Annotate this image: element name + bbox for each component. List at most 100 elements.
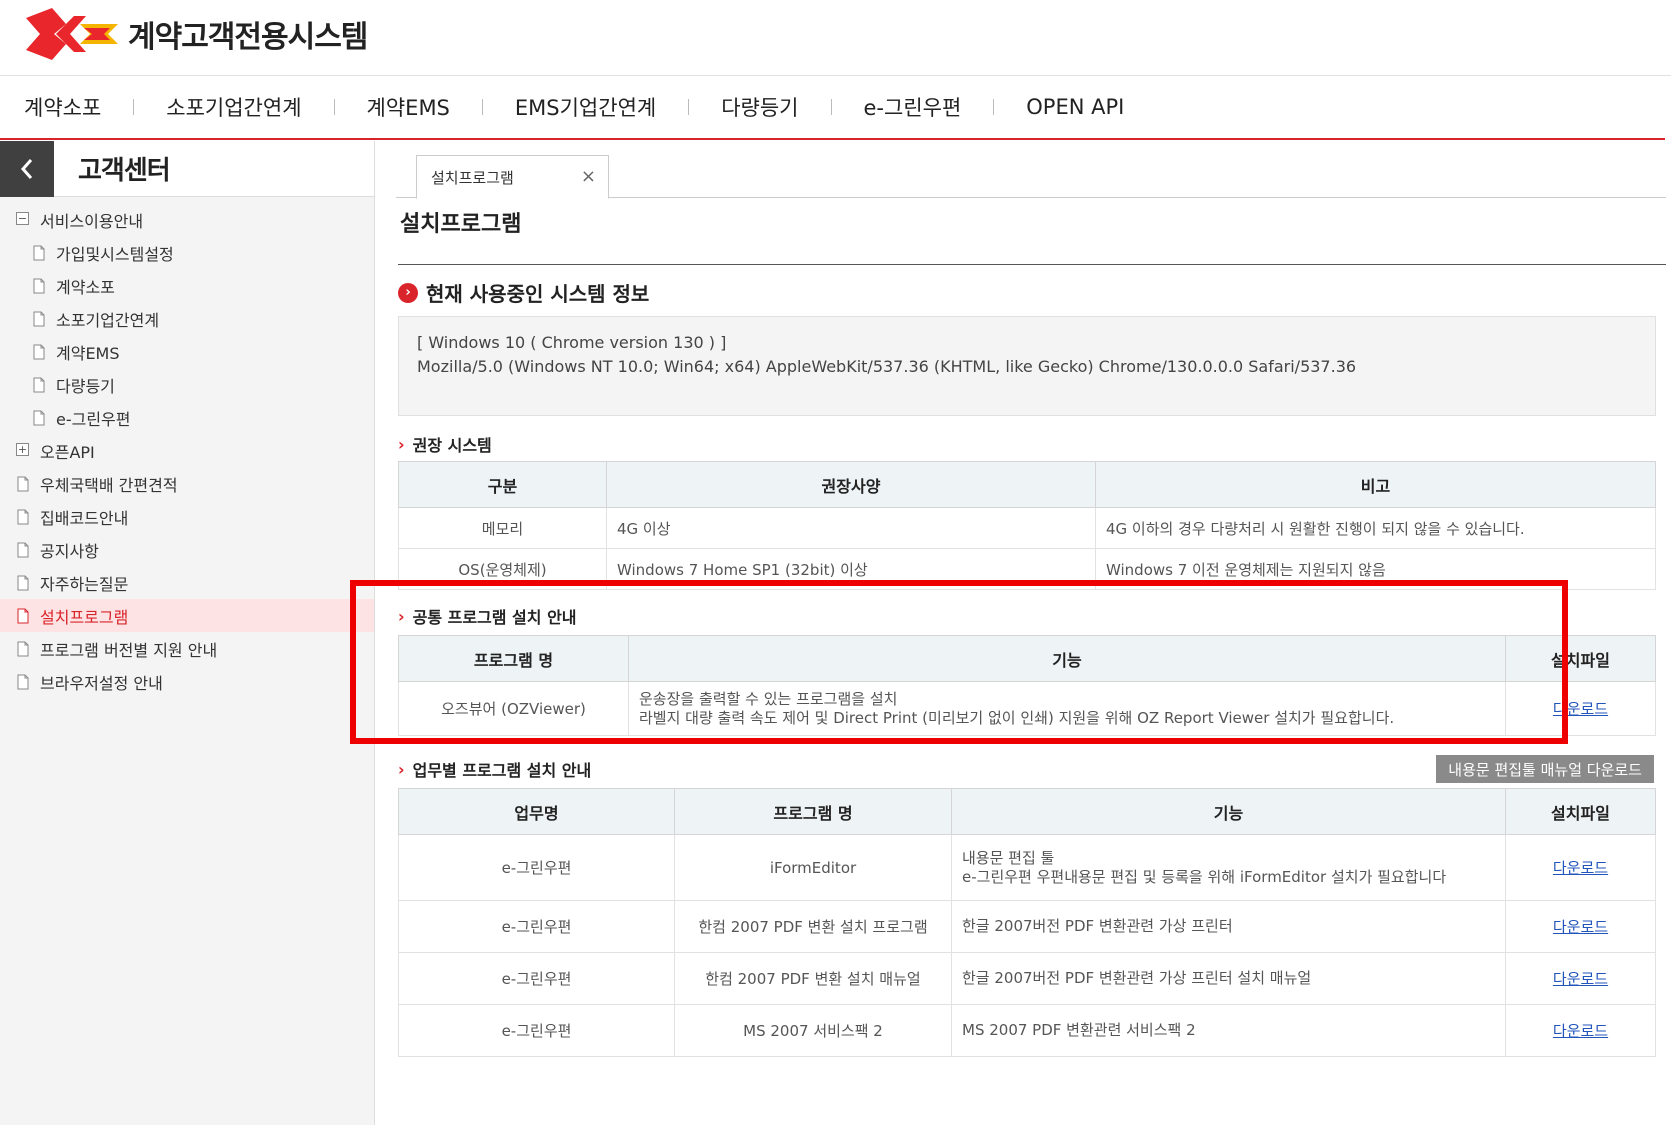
sidebar-item-label: 우체국택배 간편견적 [40, 475, 178, 495]
col-program-name: 프로그램 명 [674, 788, 952, 835]
page-title: 설치프로그램 [400, 212, 522, 237]
common-program-heading: › 공통 프로그램 설치 안내 [398, 604, 577, 628]
cell-function: 한글 2007버전 PDF 변환관련 가상 프린터 설치 매뉴얼 [951, 952, 1506, 1005]
cell-note: 4G 이하의 경우 다량처리 시 원활한 진행이 되지 않을 수 있습니다. [1095, 507, 1656, 549]
table-header-row: 프로그램 명 기능 설치파일 [398, 635, 1656, 682]
sidebar-item[interactable]: 가입및시스템설정 [0, 236, 374, 269]
system-info-heading: › 현재 사용중인 시스템 정보 [398, 278, 649, 307]
nav-open-api[interactable]: OPEN API [1026, 95, 1124, 119]
app-title: 계약고객전용시스템 [128, 20, 368, 55]
nav-separator [481, 99, 483, 115]
sidebar-item[interactable]: + 오픈API [0, 434, 374, 467]
nav-bulk-registered[interactable]: 다량등기 [721, 92, 798, 122]
chevron-right-icon: › [398, 434, 405, 454]
cell-install-file: 다운로드 [1505, 952, 1656, 1005]
cell-install-file: 다운로드 [1505, 900, 1656, 953]
sidebar-item[interactable]: 우체국택배 간편견적 [0, 467, 374, 500]
col-category: 구분 [398, 461, 607, 508]
sidebar-item[interactable]: 공지사항 [0, 533, 374, 566]
cell-spec: 4G 이상 [606, 507, 1096, 549]
nav-ems[interactable]: 계약EMS [367, 92, 450, 122]
col-program-name: 프로그램 명 [398, 635, 629, 682]
system-os-line: [ Windows 10 ( Chrome version 130 ) ] [417, 333, 727, 352]
sidebar-item[interactable]: 프로그램 버전별 지원 안내 [0, 632, 374, 665]
nav-ems-b2b[interactable]: EMS기업간연계 [515, 92, 656, 122]
nav-separator [688, 99, 690, 115]
sidebar-item[interactable]: − 서비스이용안내 [0, 203, 374, 236]
nav-separator [830, 99, 832, 115]
cell-install-file: 다운로드 [1505, 681, 1656, 736]
recommended-table: 구분 권장사양 비고 메모리 4G 이상 4G 이하의 경우 다량처리 시 원활… [398, 461, 1656, 590]
nav-parcel-b2b[interactable]: 소포기업간연계 [166, 92, 301, 122]
sidebar-header: 고객센터 [0, 140, 374, 197]
sidebar-title: 고객센터 [78, 156, 171, 186]
function-line: 한글 2007버전 PDF 변환관련 가상 프린터 [962, 917, 1233, 935]
nav-parcel[interactable]: 계약소포 [24, 92, 101, 122]
table-row: e-그린우편 iFormEditor 내용문 편집 툴 e-그린우편 우편내용문 편집… [398, 834, 1656, 901]
page-icon [16, 641, 32, 657]
back-button[interactable] [0, 140, 54, 197]
cell-task: e-그린우편 [398, 1004, 675, 1057]
chevron-right-circle-icon: › [398, 282, 418, 303]
cell-function: 운송장을 출력할 수 있는 프로그램을 설치 라벨지 대량 출력 속도 제어 및… [628, 681, 1506, 736]
sidebar-tree: − 서비스이용안내 가입및시스템설정 계약소포 소포기업간연계 계약EMS 다량등기 e-그린… [0, 197, 374, 698]
cell-function: 한글 2007버전 PDF 변환관련 가상 프린터 [951, 900, 1506, 953]
table-header-row: 업무명 프로그램 명 기능 설치파일 [398, 788, 1656, 835]
close-icon[interactable]: × [581, 166, 596, 187]
sidebar-item[interactable]: 자주하는질문 [0, 566, 374, 599]
chevron-right-icon: › [398, 606, 405, 626]
table-row: e-그린우편 한컴 2007 PDF 변환 설치 프로그램 한글 2007버전 PD… [398, 900, 1656, 953]
ozviewer-download-link[interactable]: 다운로드 [1553, 700, 1608, 718]
page-icon [32, 278, 48, 294]
col-function: 기능 [628, 635, 1506, 682]
nav-separator [133, 99, 135, 115]
table-header-row: 구분 권장사양 비고 [398, 461, 1656, 508]
cell-note: Windows 7 이전 운영체제는 지원되지 않음 [1095, 548, 1656, 590]
chevron-right-icon: › [398, 759, 405, 779]
table-row: 오즈뷰어 (OZViewer) 운송장을 출력할 수 있는 프로그램을 설치 라… [398, 681, 1656, 736]
download-link[interactable]: 다운로드 [1553, 1022, 1608, 1040]
business-program-heading: › 업무별 프로그램 설치 안내 [398, 757, 591, 781]
cell-program-name: 한컴 2007 PDF 변환 설치 프로그램 [674, 900, 952, 953]
page-icon [16, 476, 32, 492]
sidebar-item[interactable]: 집배코드안내 [0, 500, 374, 533]
sidebar-item[interactable]: e-그린우편 [0, 401, 374, 434]
page-icon [32, 344, 48, 360]
page-icon [32, 311, 48, 327]
download-link[interactable]: 다운로드 [1553, 918, 1608, 936]
business-program-table: 업무명 프로그램 명 기능 설치파일 e-그린우편 iFormEditor 내용문 … [398, 788, 1656, 1057]
page-icon [32, 377, 48, 393]
page-icon [16, 608, 32, 624]
recommended-title: 권장 시스템 [412, 436, 492, 455]
cell-spec: Windows 7 Home SP1 (32bit) 이상 [606, 548, 1096, 590]
sidebar-item[interactable]: 설치프로그램 [0, 599, 374, 632]
plus-box-icon: + [16, 442, 29, 456]
function-line: 내용문 편집 툴 [962, 848, 1055, 867]
page-icon [16, 542, 32, 558]
page-icon [32, 410, 48, 426]
sidebar-item-label: 프로그램 버전별 지원 안내 [40, 640, 218, 660]
sidebar-item[interactable]: 다량등기 [0, 368, 374, 401]
function-line: 한글 2007버전 PDF 변환관련 가상 프린터 설치 매뉴얼 [962, 969, 1312, 987]
tab-bar: 설치프로그램 × [396, 141, 1666, 199]
col-install-file: 설치파일 [1505, 788, 1656, 835]
top-navigation: 계약소포 소포기업간연계 계약EMS EMS기업간연계 다량등기 e-그린우편 … [0, 76, 1665, 140]
editor-manual-download-button[interactable]: 내용문 편집툴 매뉴얼 다운로드 [1436, 755, 1654, 783]
table-row: 메모리 4G 이상 4G 이하의 경우 다량처리 시 원활한 진행이 되지 않을… [398, 507, 1656, 549]
business-program-title: 업무별 프로그램 설치 안내 [412, 761, 592, 780]
minus-box-icon: − [16, 211, 29, 225]
sidebar-item[interactable]: 계약EMS [0, 335, 374, 368]
koreapost-logo-icon[interactable] [26, 6, 118, 62]
download-link[interactable]: 다운로드 [1553, 859, 1608, 877]
sidebar-item[interactable]: 계약소포 [0, 269, 374, 302]
cell-task: e-그린우편 [398, 834, 675, 901]
tab-install-program[interactable]: 설치프로그램 × [416, 155, 609, 199]
sidebar-item-label: 브라우저설정 안내 [40, 673, 163, 693]
col-spec: 권장사양 [606, 461, 1096, 508]
sidebar-item[interactable]: 브라우저설정 안내 [0, 665, 374, 698]
sidebar-item[interactable]: 소포기업간연계 [0, 302, 374, 335]
system-info-box: [ Windows 10 ( Chrome version 130 ) ] Mo… [398, 316, 1656, 416]
common-program-title: 공통 프로그램 설치 안내 [412, 608, 577, 627]
download-link[interactable]: 다운로드 [1553, 970, 1608, 988]
nav-e-green-mail[interactable]: e-그린우편 [864, 92, 962, 122]
